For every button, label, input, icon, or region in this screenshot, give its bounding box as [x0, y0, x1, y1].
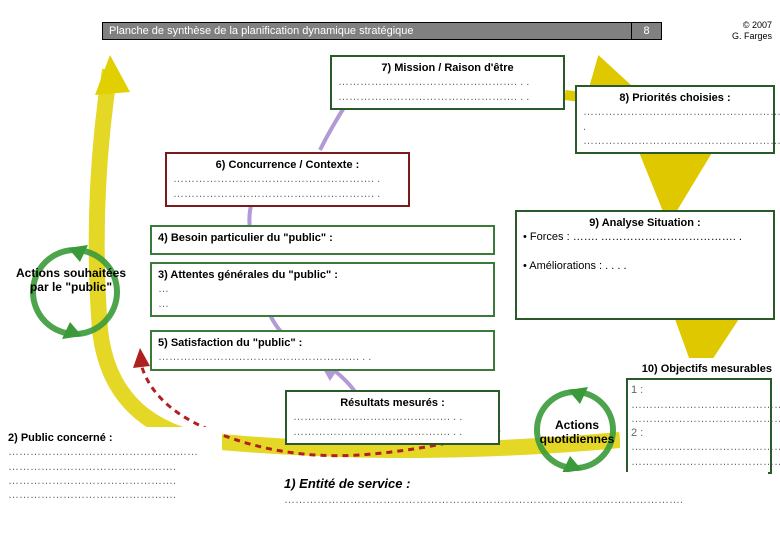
box-objectifs-title: 10) Objectifs mesurables — [626, 362, 772, 376]
box-objectifs-l1: 1 : …………………………………… — [631, 383, 767, 412]
box-analyse-title: 9) Analyse Situation : — [523, 216, 767, 230]
copyright-year: © 2007 — [732, 20, 772, 31]
box-objectifs-l3: 2 : …………………………………… — [631, 426, 767, 455]
box-public-dots: ……………………………………….…… ………………………………………. …………… — [8, 445, 216, 502]
header-title: Planche de synthèse de la planification … — [103, 25, 631, 37]
box-mission-dots1: …………………………………………. . . — [338, 75, 557, 89]
box-besoin-title: 4) Besoin particulier du "public" : — [158, 231, 487, 245]
box-analyse-amel: • Améliorations : . . . . — [523, 259, 767, 273]
box-attentes-dots1: … — [158, 282, 487, 296]
box-priorites-title: 8) Priorités choisies : — [583, 91, 767, 105]
header-number: 8 — [631, 23, 661, 39]
box-concurrence-title: 6) Concurrence / Contexte : — [173, 158, 402, 172]
box-objectifs-l4: ………………………………………… — [631, 455, 767, 469]
box-resultats: Résultats mesurés : ……………………………………. . . … — [285, 390, 500, 445]
box-objectifs: 10) Objectifs mesurables 1 : ……………………………… — [620, 358, 778, 478]
box-satisfaction-title: 5) Satisfaction du "public" : — [158, 336, 487, 350]
box-mission-dots2: …………………………………………. . . — [338, 90, 557, 104]
box-objectifs-l2: ………………………………………… — [631, 412, 767, 426]
box-mission-title: 7) Mission / Raison d'être — [338, 61, 557, 75]
box-priorites-dots2: ………………………………………………… — [583, 134, 767, 148]
box-satisfaction-dots: ………………………………………………. . . — [158, 350, 487, 364]
label-actions-public: Actions souhaitées par le "public" — [6, 266, 136, 295]
box-satisfaction: 5) Satisfaction du "public" : …………………………… — [150, 330, 495, 371]
box-analyse: 9) Analyse Situation : • Forces : ……. ……… — [515, 210, 775, 320]
box-entite-dots: ………………………………………………………………………………………………. — [284, 493, 762, 507]
box-resultats-title: Résultats mesurés : — [293, 396, 492, 410]
box-concurrence-dots2: ………………………………………………. . — [173, 187, 402, 201]
box-besoin: 4) Besoin particulier du "public" : — [150, 225, 495, 255]
box-concurrence: 6) Concurrence / Contexte : ………………………………… — [165, 152, 410, 207]
box-public: 2) Public concerné : ……………………………………….…… … — [2, 427, 222, 506]
box-concurrence-dots1: ………………………………………………. . — [173, 172, 402, 186]
box-analyse-forces: • Forces : ……. ………………………………. . — [523, 230, 767, 244]
box-resultats-dots1: ……………………………………. . . — [293, 410, 492, 424]
box-attentes-title: 3) Attentes générales du "public" : — [158, 268, 487, 282]
copyright: © 2007 G. Farges — [732, 20, 772, 42]
box-entite-title: 1) Entité de service : — [284, 476, 762, 493]
box-attentes-dots2: … — [158, 297, 487, 311]
box-priorites-dots1: …………………………………………………. . — [583, 105, 767, 134]
copyright-author: G. Farges — [732, 31, 772, 42]
label-actions-quotidiennes: Actions quotidiennes — [522, 418, 632, 447]
box-resultats-dots2: ……………………………………. . . — [293, 425, 492, 439]
box-priorites: 8) Priorités choisies : …………………………………………… — [575, 85, 775, 154]
box-entite: 1) Entité de service : ……………………………………………… — [278, 472, 768, 511]
box-mission: 7) Mission / Raison d'être …………………………………… — [330, 55, 565, 110]
box-public-title: 2) Public concerné : — [8, 431, 216, 445]
box-attentes: 3) Attentes générales du "public" : … … — [150, 262, 495, 317]
header-bar: Planche de synthèse de la planification … — [102, 22, 662, 40]
